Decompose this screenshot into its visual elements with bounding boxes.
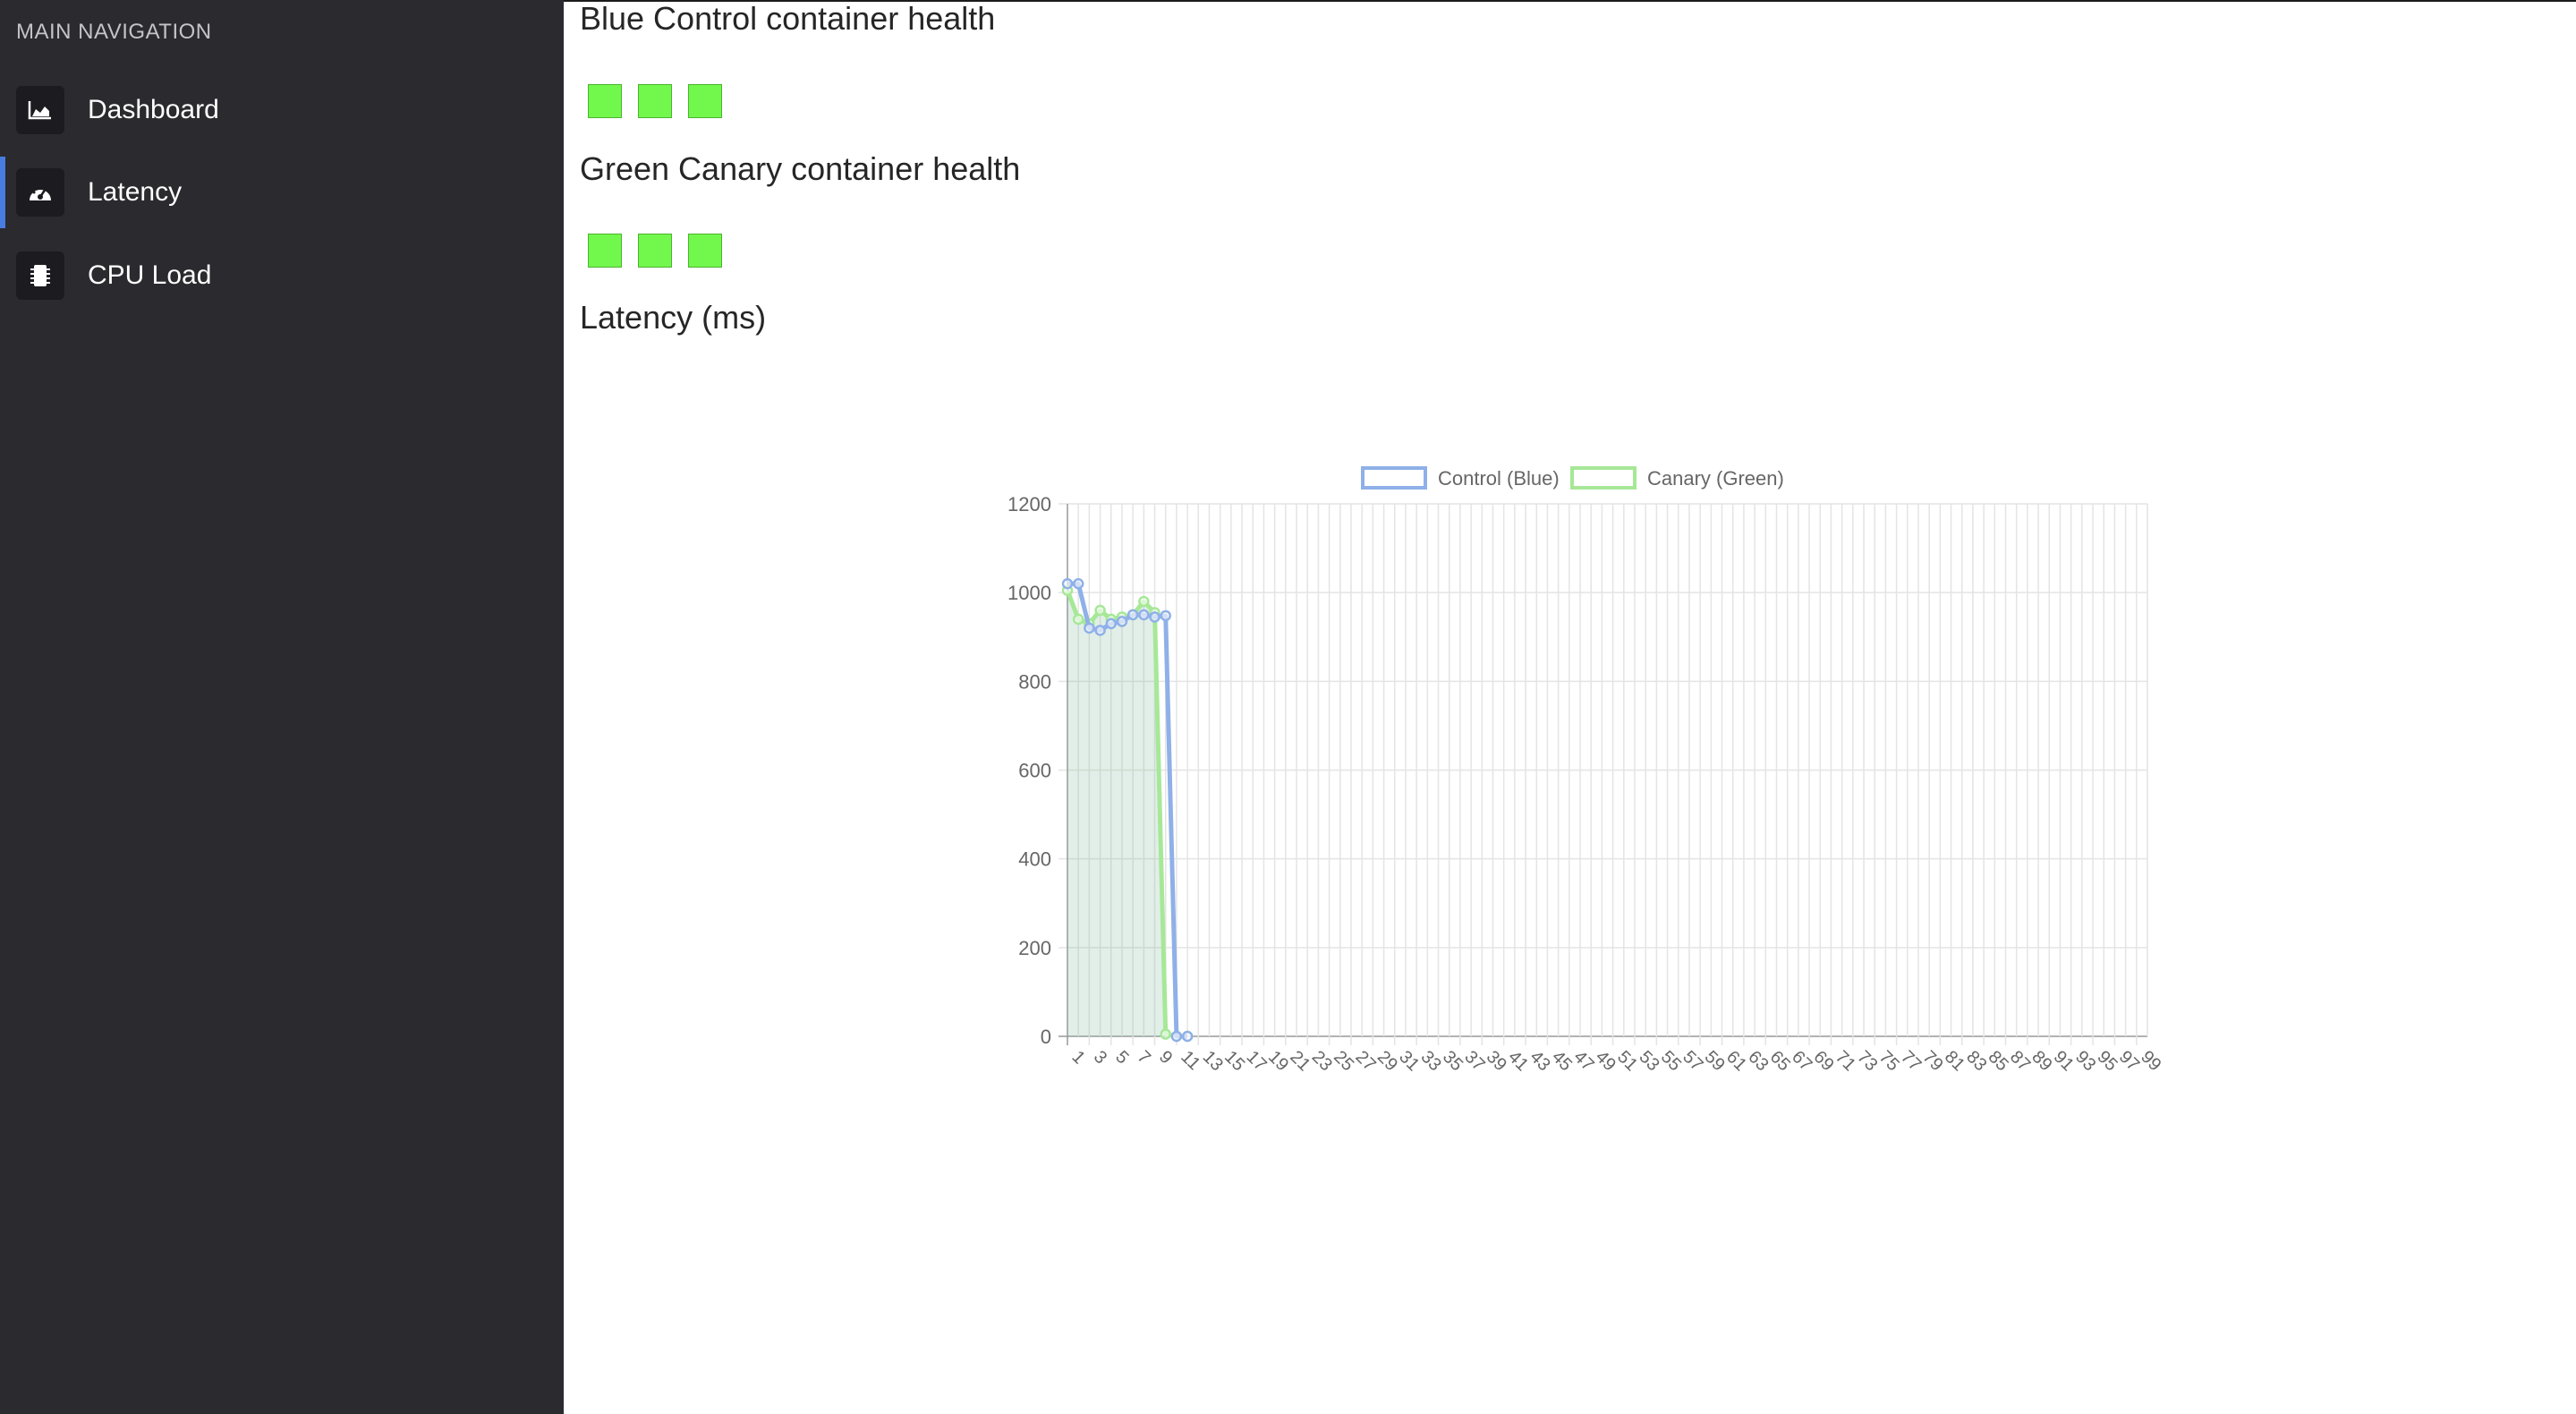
microchip-icon <box>16 251 64 300</box>
data-point <box>1072 613 1084 626</box>
data-point <box>1149 611 1160 623</box>
data-point <box>1116 616 1128 627</box>
data-point <box>1160 1028 1171 1040</box>
y-tick-label: 400 <box>1018 848 1051 871</box>
legend-label: Canary (Green) <box>1647 467 1784 490</box>
y-tick-label: 200 <box>1018 937 1051 959</box>
data-point <box>1072 578 1084 590</box>
y-tick-label: 1000 <box>1007 582 1051 604</box>
data-point <box>1170 1030 1183 1043</box>
x-tick-label: 3 <box>1090 1047 1110 1068</box>
sidebar-item-label: Latency <box>88 177 183 207</box>
x-tick-label: 1 <box>1067 1047 1088 1068</box>
data-point <box>1138 595 1150 608</box>
data-point <box>1126 609 1139 621</box>
data-point <box>1181 1030 1194 1043</box>
data-point <box>1061 578 1074 590</box>
sidebar-item-label: CPU Load <box>88 260 212 290</box>
x-tick-label: 5 <box>1111 1047 1132 1068</box>
y-tick-label: 1200 <box>1007 493 1051 515</box>
data-point <box>1160 609 1171 622</box>
data-point <box>1138 609 1150 621</box>
legend-label: Control (Blue) <box>1438 467 1560 490</box>
data-point <box>1084 622 1095 635</box>
sidebar-item-dashboard[interactable]: Dashboard <box>0 74 564 146</box>
x-tick-label: 99 <box>2137 1047 2164 1075</box>
data-point <box>1094 604 1106 617</box>
y-tick-label: 600 <box>1018 760 1051 782</box>
legend-swatch <box>1570 466 1637 490</box>
x-tick-label: 9 <box>1155 1047 1176 1068</box>
main-content: Blue Control container health Green Cana… <box>564 0 2576 1414</box>
nav-header: MAIN NAVIGATION <box>16 20 212 44</box>
sidebar: MAIN NAVIGATION Dashboard Latency CPU Lo… <box>0 0 564 1414</box>
gauge-icon <box>16 168 64 217</box>
latency-chart: 0200400600800100012001 3 5 7 9 11131517192123… <box>1007 466 2165 1075</box>
chart-area-icon <box>16 86 64 134</box>
y-tick-label: 800 <box>1018 670 1051 693</box>
sidebar-item-label: Dashboard <box>88 95 219 124</box>
sidebar-item-cpu-load[interactable]: CPU Load <box>0 240 564 311</box>
legend-swatch <box>1361 466 1427 490</box>
x-tick-label: 7 <box>1134 1047 1154 1068</box>
sidebar-item-latency[interactable]: Latency <box>0 157 564 228</box>
y-tick-label: 0 <box>1041 1026 1051 1048</box>
data-point <box>1105 618 1118 630</box>
data-point <box>1094 625 1106 636</box>
